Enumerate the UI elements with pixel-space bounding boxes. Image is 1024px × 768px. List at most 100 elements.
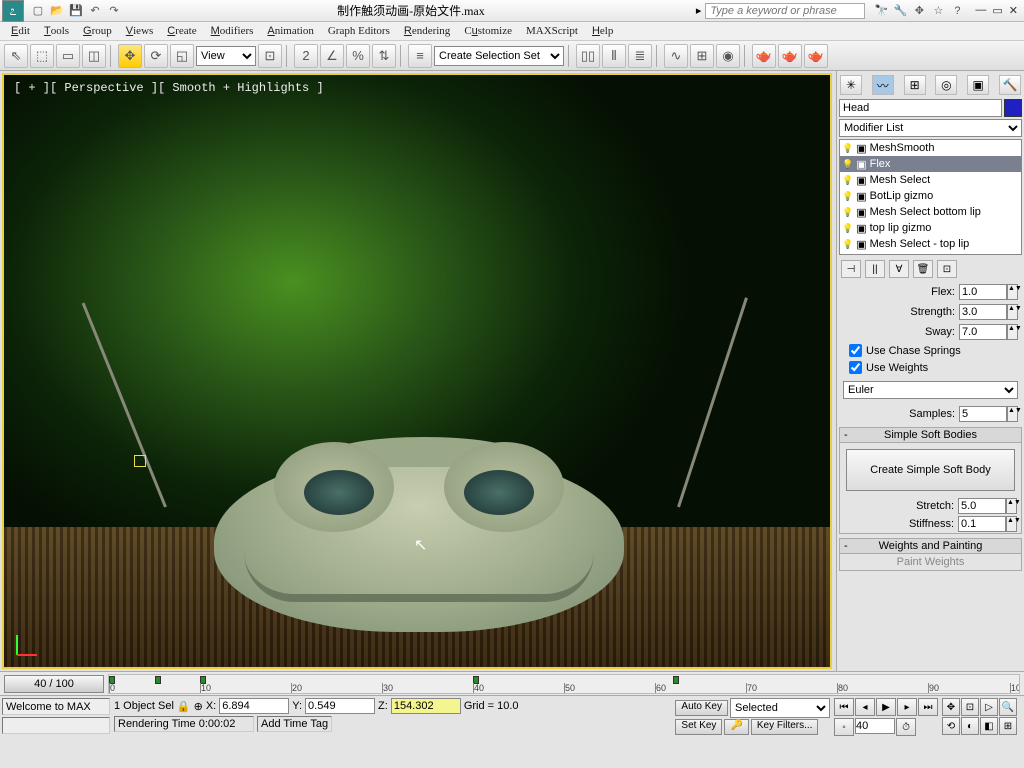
search-input[interactable] [705, 3, 865, 19]
zoom-icon[interactable]: 🔍 [999, 698, 1017, 716]
softbody-rollout[interactable]: Simple Soft Bodies [840, 428, 1021, 443]
minimize-icon[interactable]: — [975, 4, 986, 17]
chase-springs-checkbox[interactable] [849, 344, 862, 357]
menu-edit[interactable]: Edit [6, 24, 35, 38]
configure-icon[interactable]: ⊡ [937, 260, 957, 278]
goto-end-icon[interactable]: ⏭ [918, 698, 938, 716]
x-field[interactable] [219, 698, 289, 714]
pivot-icon[interactable]: ⊡ [258, 44, 282, 68]
save-icon[interactable]: 💾 [68, 3, 84, 19]
snap-pct-icon[interactable]: % [346, 44, 370, 68]
flex-value[interactable] [959, 284, 1007, 300]
ref-coord-dropdown[interactable]: View [196, 46, 256, 66]
time-ruler[interactable]: 01020 304050 607080 90100 [108, 674, 1020, 694]
material-icon[interactable]: ◉ [716, 44, 740, 68]
zoom-ext-icon[interactable]: ⊡ [961, 698, 979, 716]
close-icon[interactable]: ✕ [1009, 4, 1018, 17]
modifier-stack[interactable]: 💡▣MeshSmooth 💡▣Flex 💡▣Mesh Select 💡▣BotL… [839, 139, 1022, 255]
menu-rendering[interactable]: Rendering [399, 24, 455, 38]
render-icon[interactable]: 🫖 [804, 44, 828, 68]
prev-frame-icon[interactable]: ◂ [855, 698, 875, 716]
stretch-value[interactable] [958, 498, 1006, 514]
viewport-label[interactable]: [ + ][ Perspective ][ Smooth + Highlight… [14, 81, 324, 95]
stiffness-value[interactable] [958, 516, 1006, 532]
helper-box[interactable] [134, 455, 146, 467]
z-field[interactable] [391, 698, 461, 714]
scale-icon[interactable]: ◱ [170, 44, 194, 68]
named-sel-icon[interactable]: ≡ [408, 44, 432, 68]
add-timetag[interactable]: Add Time Tag [257, 716, 332, 732]
snap-2d-icon[interactable]: 2 [294, 44, 318, 68]
align-icon[interactable]: ⫴ [602, 44, 626, 68]
object-color-swatch[interactable] [1004, 99, 1022, 117]
menu-modifiers[interactable]: Modifiers [206, 24, 259, 38]
mirror-icon[interactable]: ▯▯ [576, 44, 600, 68]
link-icon[interactable]: ✥ [911, 3, 927, 19]
menu-group[interactable]: Group [78, 24, 117, 38]
open-icon[interactable]: 📂 [49, 3, 65, 19]
display-tab-icon[interactable]: ▣ [967, 75, 989, 95]
menu-views[interactable]: Views [121, 24, 159, 38]
menu-create[interactable]: Create [162, 24, 201, 38]
rotate-icon[interactable]: ⟳ [144, 44, 168, 68]
setkey-button[interactable]: Set Key [675, 719, 722, 735]
key-icon[interactable]: 🔑 [724, 719, 748, 735]
key-mode-icon[interactable]: ◦ [834, 718, 854, 736]
select-icon[interactable]: ⬚ [30, 44, 54, 68]
abs-rel-icon[interactable]: ⊕ [194, 700, 203, 713]
pin-stack-icon[interactable]: ⊣ [841, 260, 861, 278]
time-config-icon[interactable]: ⏱ [896, 718, 916, 736]
play-icon[interactable]: ▸ [696, 4, 702, 17]
samples-value[interactable] [959, 406, 1007, 422]
autokey-button[interactable]: Auto Key [675, 700, 728, 716]
window-crossing-icon[interactable]: ◫ [82, 44, 106, 68]
current-frame-field[interactable] [855, 718, 895, 734]
next-frame-icon[interactable]: ▸ [897, 698, 917, 716]
dolly-icon[interactable]: ◧ [980, 717, 998, 735]
redo-icon[interactable]: ↷ [106, 3, 122, 19]
pan-icon[interactable]: ✥ [942, 698, 960, 716]
lock-icon[interactable]: 🔒 [177, 700, 191, 713]
menu-maxscript[interactable]: MAXScript [521, 24, 583, 38]
remove-mod-icon[interactable]: 🗑 [913, 260, 933, 278]
motion-tab-icon[interactable]: ◎ [935, 75, 957, 95]
play-icon[interactable]: ▶ [876, 698, 896, 716]
utilities-tab-icon[interactable]: 🔨 [999, 75, 1021, 95]
render-frame-icon[interactable]: 🫖 [778, 44, 802, 68]
menu-animation[interactable]: Animation [262, 24, 318, 38]
make-unique-icon[interactable]: ∀ [889, 260, 909, 278]
euler-dropdown[interactable]: Euler [843, 381, 1018, 399]
object-name-field[interactable] [839, 99, 1002, 117]
walk-icon[interactable]: ◐ [961, 717, 979, 735]
new-icon[interactable]: ▢ [30, 3, 46, 19]
move-icon[interactable]: ✥ [118, 44, 142, 68]
keyfilters-button[interactable]: Key Filters... [751, 719, 819, 735]
fov-icon[interactable]: ▷ [980, 698, 998, 716]
weights-rollout[interactable]: Weights and Painting [840, 539, 1021, 554]
goto-start-icon[interactable]: ⏮ [834, 698, 854, 716]
wrench-icon[interactable]: 🔧 [892, 3, 908, 19]
sway-value[interactable] [959, 324, 1007, 340]
menu-tools[interactable]: Tools [39, 24, 74, 38]
y-field[interactable] [305, 698, 375, 714]
hierarchy-tab-icon[interactable]: ⊞ [904, 75, 926, 95]
select-link-icon[interactable]: ⇖ [4, 44, 28, 68]
menu-help[interactable]: Help [587, 24, 618, 38]
select-region-icon[interactable]: ▭ [56, 44, 80, 68]
status-script[interactable] [2, 717, 110, 734]
snap-angle-icon[interactable]: ∠ [320, 44, 344, 68]
maximize-icon[interactable]: ▭ [992, 4, 1002, 17]
menu-customize[interactable]: Customize [459, 24, 517, 38]
create-tab-icon[interactable]: ✳ [840, 75, 862, 95]
help-icon[interactable]: ? [949, 3, 965, 19]
use-weights-checkbox[interactable] [849, 361, 862, 374]
binoculars-icon[interactable]: 🔭 [873, 3, 889, 19]
modifier-list-dropdown[interactable]: Modifier List [839, 119, 1022, 137]
viewport-perspective[interactable]: [ + ][ Perspective ][ Smooth + Highlight… [2, 73, 832, 669]
undo-icon[interactable]: ↶ [87, 3, 103, 19]
spinner-snap-icon[interactable]: ⇅ [372, 44, 396, 68]
layers-icon[interactable]: ≣ [628, 44, 652, 68]
strength-value[interactable] [959, 304, 1007, 320]
time-slider[interactable]: 40 / 100 [4, 675, 104, 693]
orbit-icon[interactable]: ⟲ [942, 717, 960, 735]
